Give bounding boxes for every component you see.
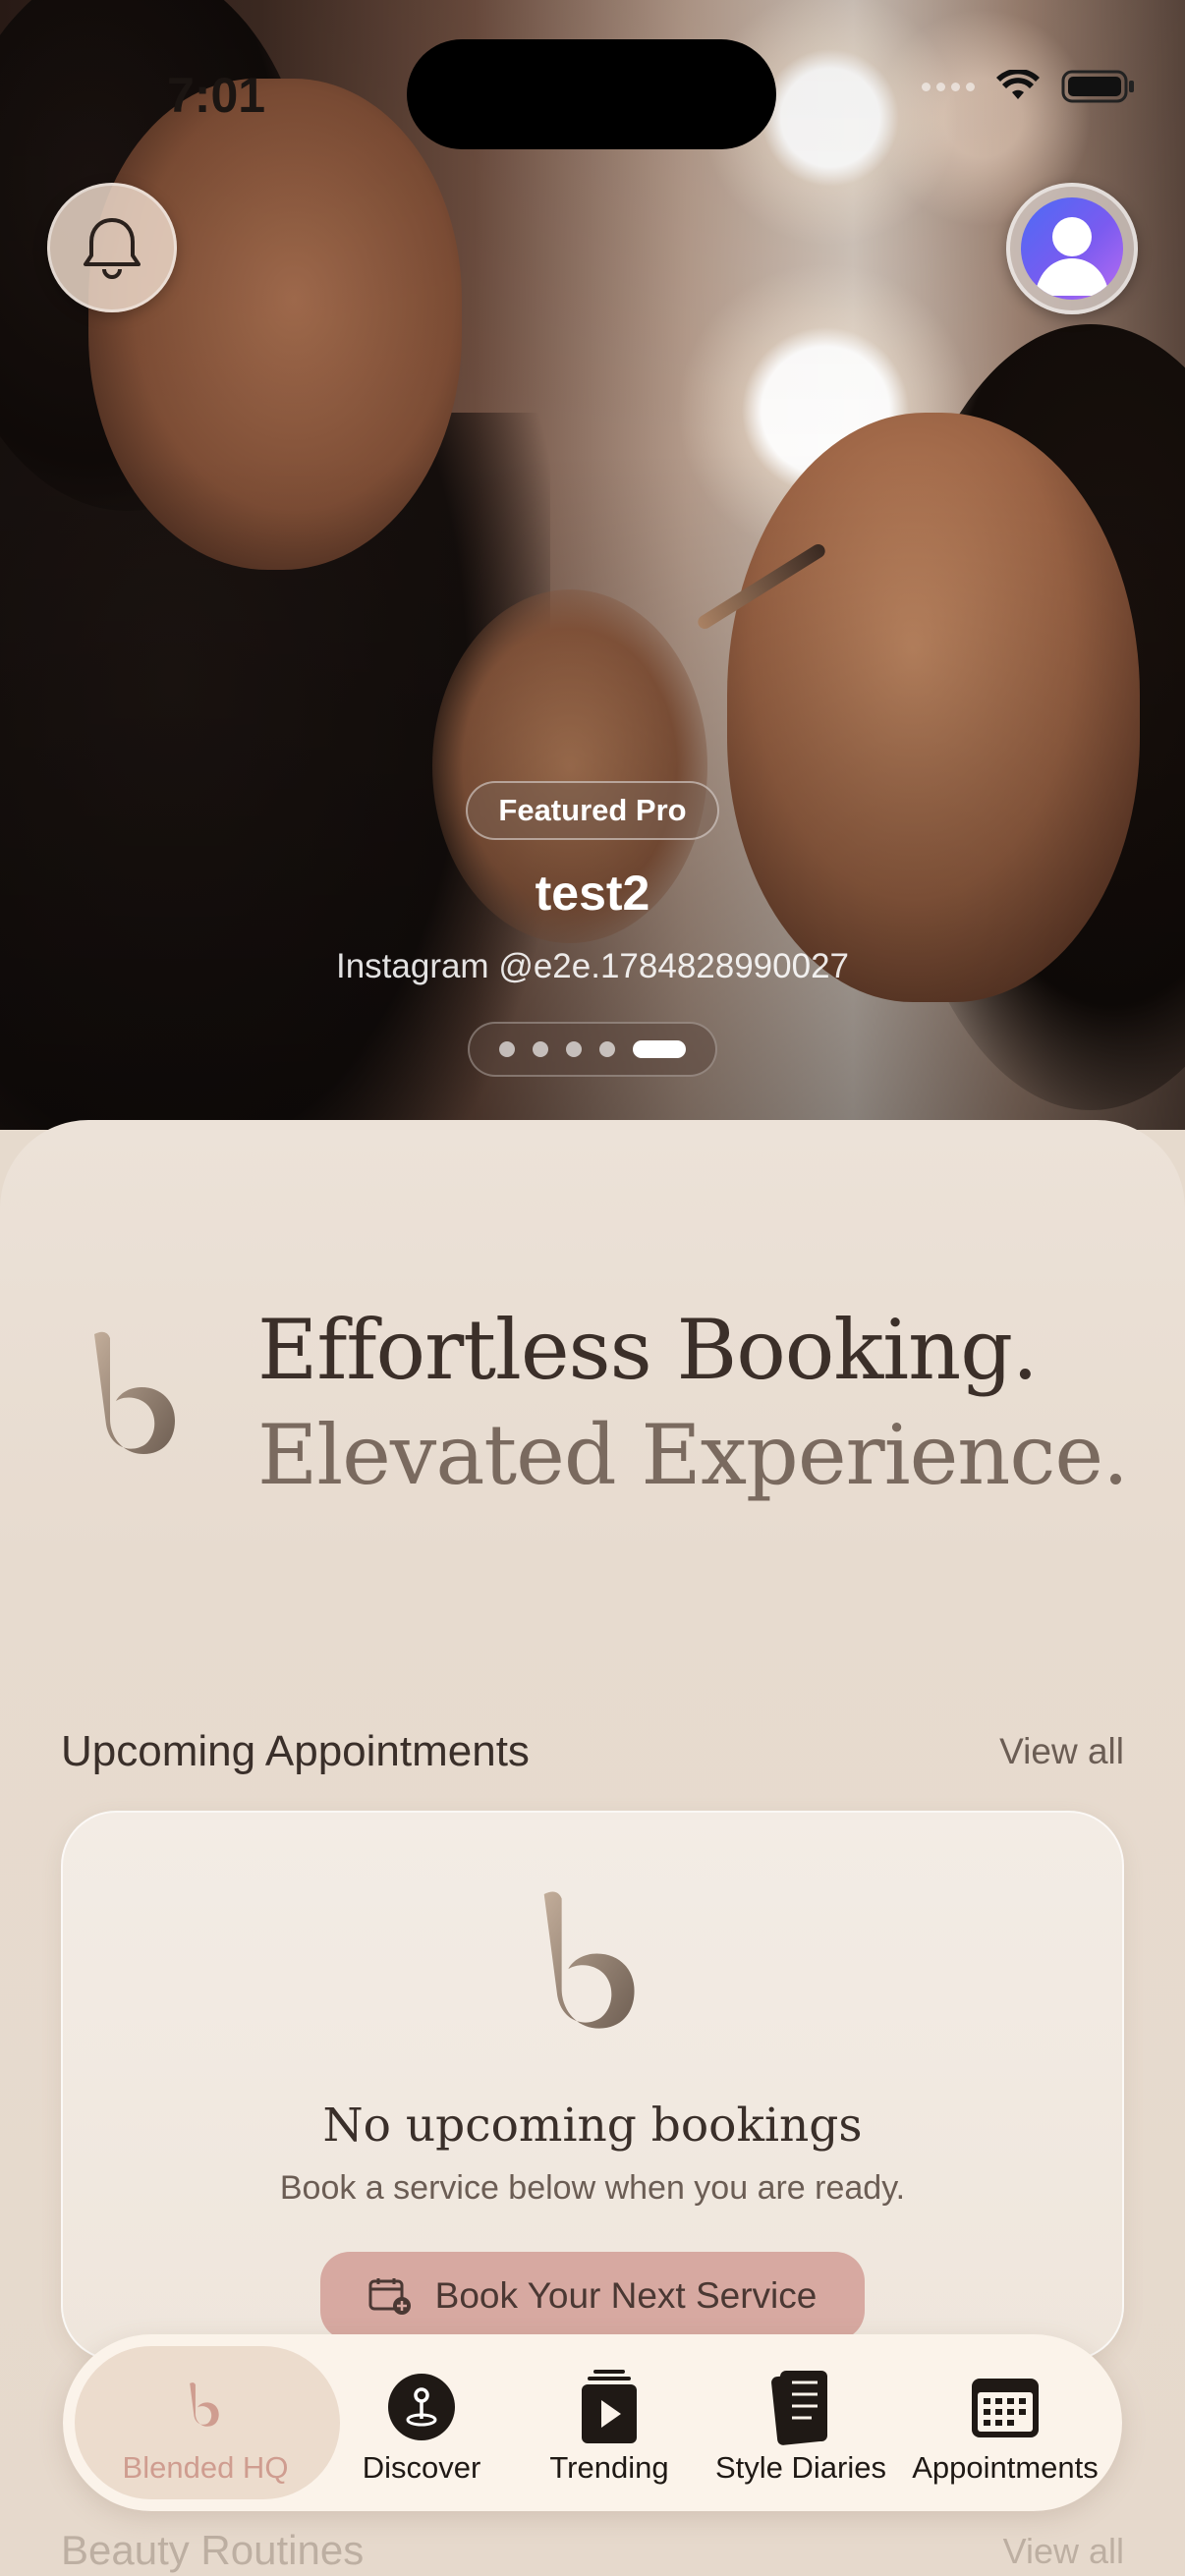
page-dot[interactable] bbox=[533, 1041, 548, 1057]
tab-trending[interactable]: Trending bbox=[511, 2334, 707, 2511]
appointments-view-all-link[interactable]: View all bbox=[999, 1731, 1124, 1772]
calendar-add-icon bbox=[368, 2278, 411, 2315]
tab-label: Trending bbox=[549, 2450, 669, 2485]
page-dot[interactable] bbox=[499, 1041, 515, 1057]
tab-label: Appointments bbox=[912, 2450, 1099, 2485]
profile-avatar-button[interactable] bbox=[1006, 183, 1138, 314]
featured-pro-badge: Featured Pro bbox=[466, 781, 719, 840]
empty-state-subtitle: Book a service below when you are ready. bbox=[279, 2169, 906, 2207]
beauty-routines-title: Beauty Routines bbox=[61, 2527, 365, 2573]
battery-icon bbox=[1061, 70, 1134, 103]
user-silhouette-icon bbox=[1035, 217, 1109, 296]
carousel-page-indicator[interactable] bbox=[468, 1022, 717, 1077]
page-dot[interactable] bbox=[566, 1041, 582, 1057]
dynamic-island bbox=[407, 39, 776, 149]
play-stack-icon bbox=[582, 2370, 637, 2443]
featured-pro-handle: Instagram @e2e.1784828990027 bbox=[335, 947, 850, 985]
notebook-icon bbox=[771, 2371, 827, 2445]
headline-line-2: Elevated Experience. bbox=[257, 1407, 1129, 1503]
tab-blended-hq[interactable]: Blended HQ bbox=[63, 2334, 348, 2511]
blended-logo-icon bbox=[543, 1891, 635, 2029]
routines-view-all-link[interactable]: View all bbox=[1003, 2531, 1124, 2572]
tab-discover[interactable]: Discover bbox=[328, 2334, 515, 2511]
blended-logo-icon bbox=[190, 2382, 219, 2427]
book-next-service-label: Book Your Next Service bbox=[434, 2275, 818, 2316]
tab-label: Blended HQ bbox=[122, 2450, 289, 2485]
avatar bbox=[1021, 197, 1123, 300]
featured-pro-name: test2 bbox=[535, 866, 650, 921]
empty-state-title: No upcoming bookings bbox=[322, 2099, 863, 2153]
map-pin-icon bbox=[388, 2374, 455, 2440]
page-dot[interactable] bbox=[599, 1041, 615, 1057]
page-dot-active[interactable] bbox=[633, 1040, 686, 1058]
wifi-icon bbox=[996, 70, 1040, 99]
book-next-service-button[interactable]: Book Your Next Service bbox=[320, 2252, 865, 2340]
tab-label: Style Diaries bbox=[715, 2450, 886, 2485]
notifications-button[interactable] bbox=[47, 183, 177, 312]
bottom-tab-bar: Blended HQ Discover Trending Style Diari… bbox=[63, 2334, 1122, 2511]
blended-logo-icon bbox=[94, 1331, 175, 1454]
status-time: 7:01 bbox=[167, 68, 266, 123]
status-indicators bbox=[922, 69, 1136, 104]
tab-style-diaries[interactable]: Style Diaries bbox=[698, 2334, 904, 2511]
bell-icon bbox=[84, 218, 141, 279]
calendar-icon bbox=[972, 2379, 1039, 2437]
tab-appointments[interactable]: Appointments bbox=[894, 2334, 1116, 2511]
tab-label: Discover bbox=[362, 2450, 481, 2485]
cellular-signal-icon bbox=[922, 82, 975, 91]
headline-line-1: Effortless Booking. bbox=[257, 1302, 1039, 1398]
upcoming-appointments-title: Upcoming Appointments bbox=[61, 1727, 530, 1775]
